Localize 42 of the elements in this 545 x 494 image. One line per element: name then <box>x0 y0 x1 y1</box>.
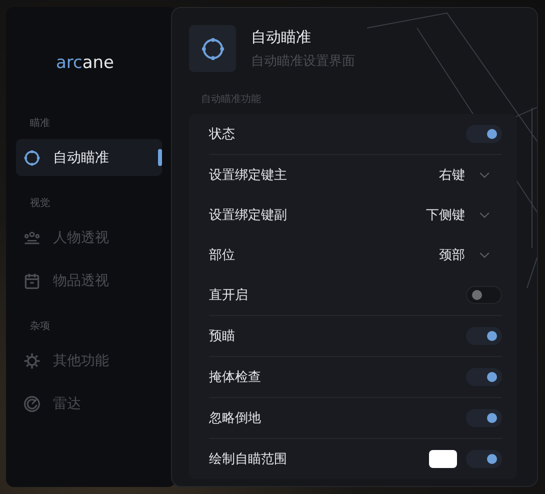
calendar-box-icon <box>23 272 41 290</box>
toggle-switch[interactable] <box>466 368 502 386</box>
section-heading: 视觉 <box>30 196 51 210</box>
crosshair-icon <box>189 25 236 72</box>
nav-label: 雷达 <box>53 394 81 412</box>
setting-label: 忽略倒地 <box>209 410 262 427</box>
toggle-switch[interactable] <box>466 125 502 143</box>
nav-label: 人物透视 <box>53 228 109 246</box>
toggle-switch[interactable] <box>466 327 502 345</box>
setting-label: 绘制自瞄范围 <box>209 451 288 468</box>
page-subtitle: 自动瞄准设置界面 <box>251 52 355 70</box>
toggle-switch[interactable] <box>466 450 502 468</box>
setting-label: 状态 <box>209 126 236 143</box>
active-indicator <box>158 149 162 166</box>
crosshair-icon <box>23 148 41 166</box>
setting-label: 掩体检查 <box>209 369 262 386</box>
nav-label: 其他功能 <box>53 352 109 370</box>
people-icon <box>23 228 41 246</box>
nav-label: 自动瞄准 <box>53 148 109 166</box>
settings-icon <box>23 352 41 370</box>
dropdown[interactable]: 下侧键 <box>426 206 502 224</box>
nav-label: 物品透视 <box>53 272 109 290</box>
chevron-down-icon <box>479 212 490 218</box>
section-heading: 瞄准 <box>30 116 51 130</box>
nav-item[interactable]: 自动瞄准 <box>16 139 162 176</box>
chevron-down-icon <box>479 252 490 258</box>
setting-label: 设置绑定键副 <box>209 207 288 224</box>
dropdown[interactable]: 右键 <box>439 166 502 184</box>
section-heading: 杂项 <box>30 320 51 333</box>
setting-label: 预瞄 <box>209 328 236 345</box>
radar-icon <box>23 394 41 412</box>
setting-label: 部位 <box>209 247 236 264</box>
page-title: 自动瞄准 <box>251 28 312 46</box>
toggle-switch[interactable] <box>466 409 502 427</box>
setting-label: 设置绑定键主 <box>209 167 288 184</box>
logo: arcane <box>56 53 114 73</box>
chevron-down-icon <box>479 172 490 178</box>
color-swatch[interactable] <box>429 450 457 468</box>
setting-label: 直开启 <box>209 287 249 304</box>
toggle-switch[interactable] <box>466 286 502 304</box>
dropdown[interactable]: 颈部 <box>439 246 502 264</box>
section-heading: 自动瞄准功能 <box>201 92 262 106</box>
